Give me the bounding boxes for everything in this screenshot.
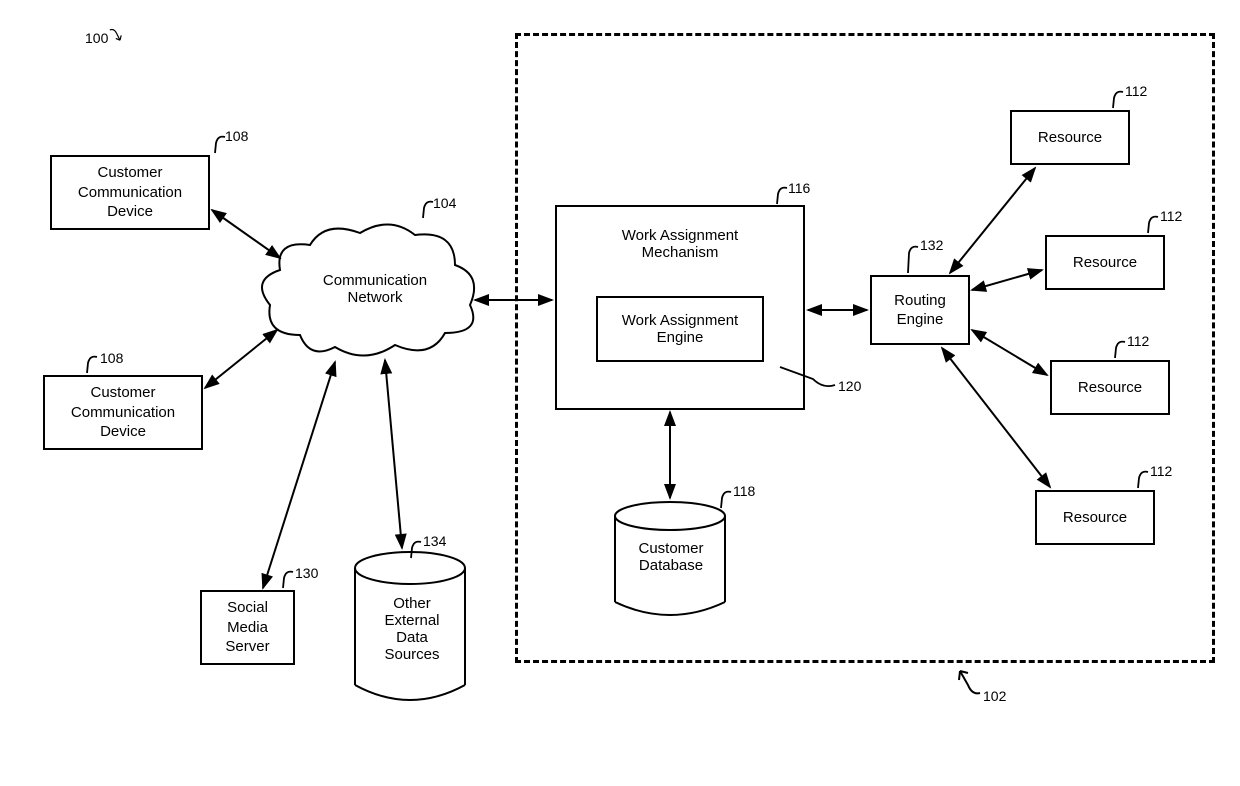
ref-hook-icon [772, 186, 790, 208]
ref-112: 112 [1125, 83, 1147, 99]
ref-hook-icon [82, 355, 100, 377]
ref-118: 118 [733, 483, 755, 499]
resource-box: Resource [1035, 490, 1155, 545]
ref-hook-icon [950, 665, 986, 695]
resource-box: Resource [1010, 110, 1130, 165]
ref-hook-icon [716, 490, 734, 512]
customer-device-box: Customer Communication Device [43, 375, 203, 450]
ref-hook-icon [1108, 90, 1126, 112]
work-assignment-mechanism-box: Work Assignment Mechanism Work Assignmen… [555, 205, 805, 410]
ref-100: 100 [85, 30, 108, 46]
ref-hook-icon [108, 28, 126, 44]
ref-112: 112 [1150, 463, 1172, 479]
ref-130: 130 [295, 565, 318, 581]
customer-db-label: Customer Database [630, 540, 712, 574]
ref-leader-icon [775, 365, 837, 391]
ref-112: 112 [1160, 208, 1182, 224]
customer-device-box: Customer Communication Device [50, 155, 210, 230]
ref-hook-icon [406, 540, 424, 562]
routing-engine-box: Routing Engine [870, 275, 970, 345]
ref-hook-icon [418, 200, 436, 222]
wam-label: Work Assignment Mechanism [622, 227, 738, 261]
ref-hook-icon [278, 570, 296, 592]
ref-134: 134 [423, 533, 446, 549]
social-media-server-box: Social Media Server [200, 590, 295, 665]
system-diagram: 100 102 Customer Communication Device 10… [0, 0, 1240, 786]
work-assignment-engine-box: Work Assignment Engine [596, 296, 764, 362]
ref-116: 116 [788, 180, 810, 196]
network-label: Communication Network [305, 272, 445, 306]
ref-104: 104 [433, 195, 456, 211]
ref-102: 102 [983, 688, 1006, 704]
ref-hook-icon [1133, 470, 1151, 492]
ref-108: 108 [225, 128, 248, 144]
ref-hook-icon [903, 245, 921, 275]
ref-hook-icon [210, 135, 228, 157]
ref-112: 112 [1127, 333, 1149, 349]
resource-box: Resource [1050, 360, 1170, 415]
ref-hook-icon [1143, 215, 1161, 237]
ref-108: 108 [100, 350, 123, 366]
ref-132: 132 [920, 237, 943, 253]
ref-hook-icon [1110, 340, 1128, 362]
external-data-label: Other External Data Sources [377, 595, 447, 663]
ref-120: 120 [838, 378, 861, 394]
resource-box: Resource [1045, 235, 1165, 290]
